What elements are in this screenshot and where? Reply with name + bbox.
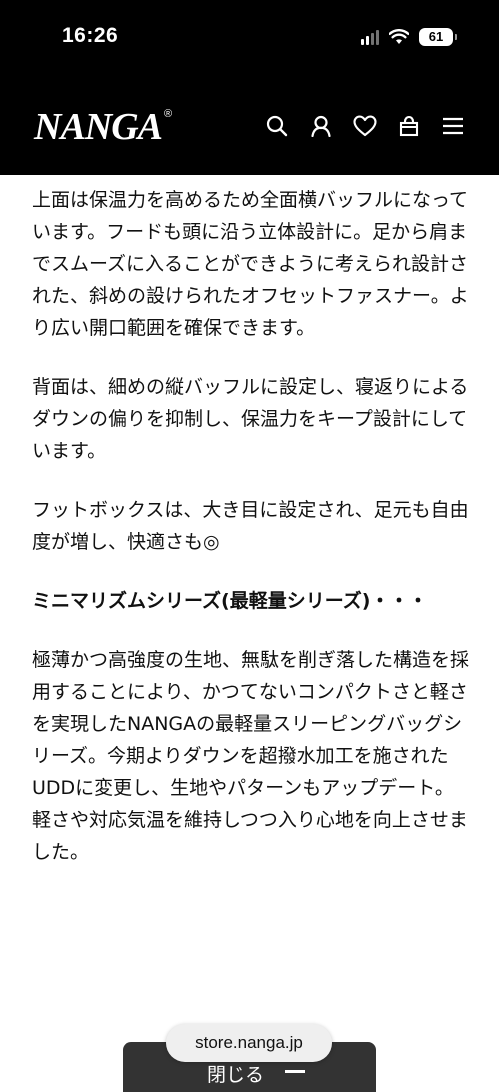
- close-label: 閉じる: [207, 1064, 265, 1086]
- search-icon[interactable]: [265, 114, 289, 138]
- status-icons: 61: [361, 26, 457, 48]
- battery-icon: 61: [419, 28, 457, 46]
- heart-icon[interactable]: [353, 114, 377, 138]
- account-icon[interactable]: [309, 114, 333, 138]
- minus-icon: [285, 1070, 305, 1073]
- paragraph-series-description: 極薄かつ高強度の生地、無駄を削ぎ落した構造を採用することにより、かつてないコンパ…: [32, 649, 470, 863]
- status-time: 16:26: [62, 24, 119, 47]
- paragraph-top-design: 上面は保温力を高めるため全面横バッフルになっています。フードも頭に沿う立体設計に…: [32, 189, 469, 339]
- series-heading: ミニマリズムシリーズ(最軽量シリーズ)・・・: [32, 590, 428, 612]
- brand-logo[interactable]: NANGA ®: [34, 104, 172, 150]
- site-header: 16:26 61 NANGA ®: [0, 0, 499, 175]
- paragraph-back-design: 背面は、細めの縦バッフルに設定し、寝返りによるダウンの偏りを抑制し、保温力をキー…: [32, 376, 469, 462]
- logo-text: NANGA: [34, 106, 163, 148]
- cart-icon[interactable]: [397, 114, 421, 138]
- header-actions: [265, 112, 465, 140]
- menu-icon[interactable]: [441, 114, 465, 138]
- registered-mark: ®: [164, 108, 173, 120]
- address-bar[interactable]: store.nanga.jp: [166, 1024, 332, 1062]
- battery-level: 61: [419, 28, 453, 46]
- article-body: 上面は保温力を高めるため全面横バッフルになっています。フードも頭に沿う立体設計に…: [32, 184, 472, 895]
- wifi-icon: [389, 29, 409, 44]
- paragraph-footbox: フットボックスは、大き目に設定され、足元も自由度が増し、快適さも◎: [32, 499, 469, 553]
- cellular-signal-icon: [361, 29, 379, 45]
